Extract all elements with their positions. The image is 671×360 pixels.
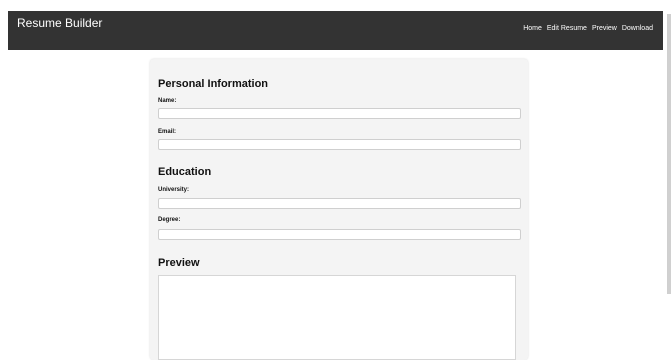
nav-download-link[interactable]: Download [622, 24, 653, 33]
name-label: Name: [158, 98, 177, 104]
education-heading: Education [158, 166, 212, 178]
degree-label: Degree: [158, 217, 181, 223]
university-input[interactable] [158, 198, 521, 209]
name-input[interactable] [158, 108, 521, 119]
nav-links: Home Edit Resume Preview Download [523, 24, 653, 33]
app: Resume Builder Home Edit Resume Preview … [0, 0, 671, 360]
email-input[interactable] [158, 139, 521, 150]
resume-form-card: Personal Information Name: Email: Educat… [150, 59, 528, 360]
university-label: University: [158, 187, 190, 193]
personal-information-heading: Personal Information [158, 78, 269, 90]
preview-heading: Preview [158, 257, 200, 269]
top-navbar: Resume Builder Home Edit Resume Preview … [8, 11, 663, 50]
nav-edit-resume-link[interactable]: Edit Resume [547, 24, 587, 33]
site-title: Resume Builder [17, 16, 103, 30]
degree-input[interactable] [158, 229, 521, 240]
resume-preview-panel [158, 275, 516, 360]
nav-preview-link[interactable]: Preview [592, 24, 617, 33]
nav-home-link[interactable]: Home [523, 24, 542, 33]
page-scrollbar[interactable] [667, 14, 671, 294]
email-label: Email: [158, 129, 177, 135]
